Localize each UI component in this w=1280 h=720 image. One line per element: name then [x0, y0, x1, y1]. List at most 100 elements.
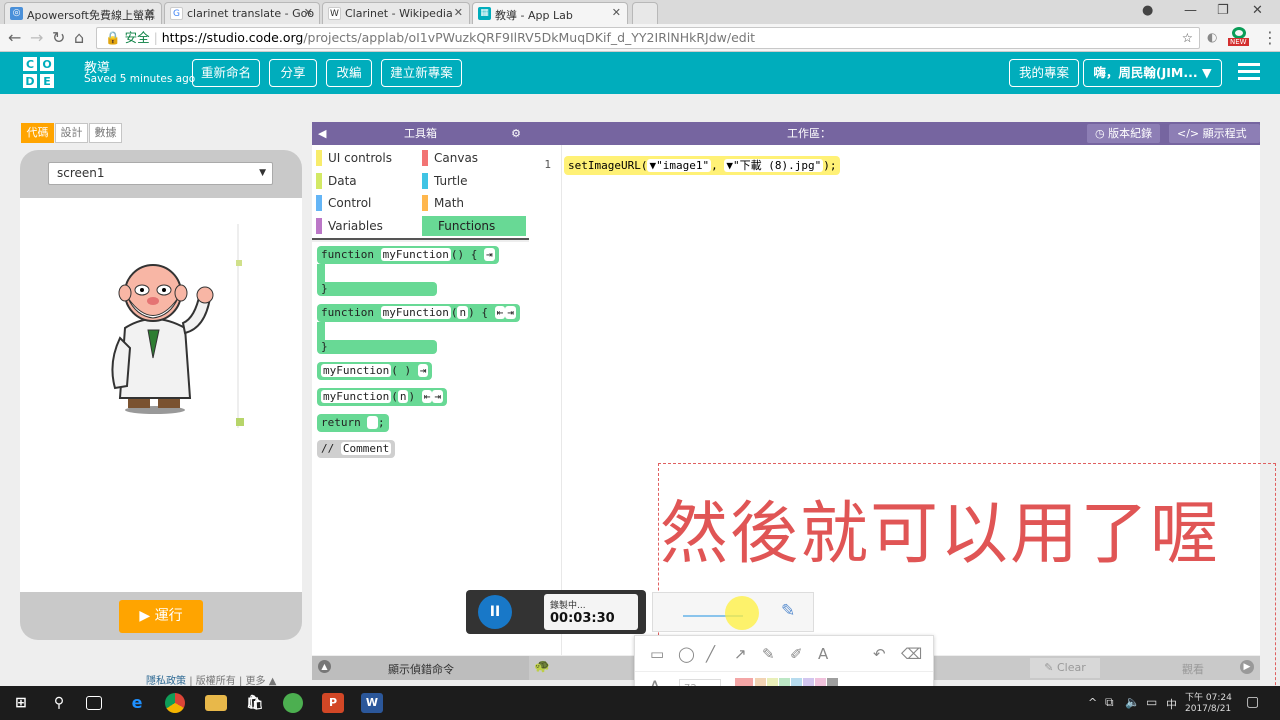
extension-new-icon[interactable]: NEW — [1228, 27, 1250, 47]
powerpoint-icon[interactable]: P — [322, 693, 344, 713]
minimize-icon[interactable]: — — [1184, 3, 1197, 18]
gear-icon[interactable]: ⚙ — [511, 122, 521, 145]
return-block[interactable]: return ; — [317, 414, 389, 432]
hamburger-menu-icon[interactable] — [1238, 63, 1260, 80]
home-icon[interactable]: ⌂ — [74, 28, 84, 47]
browser-tab-google[interactable]: G clarinet translate - Goo ✕ — [164, 2, 320, 24]
my-projects-button[interactable]: 我的專案 — [1009, 59, 1079, 87]
collapse-left-icon[interactable]: ◀ — [318, 122, 326, 145]
undo-icon[interactable]: ↶ — [873, 645, 886, 663]
rectangle-tool-icon[interactable]: ▭ — [650, 645, 664, 663]
pause-button[interactable]: II — [478, 595, 512, 629]
browser-tab-apowersoft[interactable]: ◎ Apowersoft免費線上螢幕 ✕ — [4, 2, 162, 24]
recording-timer: 00:03:30 — [550, 611, 615, 626]
tab-design[interactable]: 設計 — [55, 123, 88, 143]
comment-block[interactable]: // Comment — [317, 440, 396, 458]
code-arg-id[interactable]: "image1" — [656, 159, 709, 172]
windows-start-icon[interactable]: ⊞ — [10, 693, 32, 713]
color-swatch[interactable] — [791, 678, 802, 686]
debug-commands-toggle[interactable]: ▲ 顯示偵錯命令 — [312, 656, 529, 680]
highlighter-tool-icon[interactable]: ✐ — [790, 645, 803, 663]
edge-browser-icon[interactable]: e — [126, 693, 148, 713]
apowersoft-icon: ◎ — [10, 7, 23, 20]
close-icon[interactable]: ✕ — [454, 6, 463, 19]
close-window-icon[interactable]: ✕ — [1252, 3, 1263, 18]
new-project-button[interactable]: 建立新專案 — [381, 59, 462, 87]
version-history-button[interactable]: ◷ 版本紀錄 — [1087, 124, 1161, 143]
run-button[interactable]: ▶ 運行 — [119, 600, 203, 633]
function-param-definition-block[interactable]: function myFunction(n) { ⇤ ⇥ — [317, 304, 520, 322]
screen-select[interactable]: screen1 ▼ — [48, 162, 273, 185]
file-explorer-icon[interactable] — [205, 695, 227, 711]
applab-header: C O D E 教導 Saved 5 minutes ago 重新命名 分享 改… — [0, 52, 1280, 94]
close-icon[interactable]: ✕ — [304, 6, 313, 19]
new-tab-button[interactable] — [632, 2, 658, 24]
category-math[interactable]: Math — [418, 193, 526, 213]
clock-date[interactable]: 2017/8/21 — [1185, 704, 1231, 714]
category-functions[interactable]: Functions — [422, 216, 526, 236]
turtle-speed-icon[interactable]: 🐢 — [534, 659, 550, 674]
restore-icon[interactable]: ❐ — [1217, 3, 1229, 18]
app-screen[interactable] — [20, 198, 302, 592]
color-swatch[interactable] — [767, 678, 778, 686]
share-button[interactable]: 分享 — [269, 59, 317, 87]
color-swatch[interactable] — [827, 678, 838, 686]
forward-icon[interactable]: → — [30, 28, 43, 47]
search-icon[interactable]: ⚲ — [48, 693, 70, 713]
line-tool-icon[interactable]: ╱ — [706, 645, 715, 663]
battery-icon[interactable]: ▭ — [1146, 695, 1157, 709]
function-call-block[interactable]: myFunction( ) ⇥ — [317, 362, 433, 380]
close-icon[interactable]: ✕ — [612, 6, 621, 19]
text-tool-icon[interactable]: A — [818, 645, 828, 663]
pen-tool-icon[interactable]: ✎ — [762, 645, 775, 663]
task-view-icon[interactable] — [86, 696, 102, 710]
category-ui-controls[interactable]: UI controls — [312, 148, 420, 168]
back-icon[interactable]: ← — [8, 28, 21, 47]
word-icon[interactable]: W — [361, 693, 383, 713]
ime-indicator[interactable]: 中 — [1166, 696, 1177, 712]
store-icon[interactable]: 🛍 — [244, 693, 266, 713]
url-field[interactable]: 🔒 安全 | https://studio.code.org/projects/… — [96, 27, 1200, 49]
ellipse-tool-icon[interactable]: ◯ — [678, 645, 695, 663]
category-turtle[interactable]: Turtle — [418, 171, 526, 191]
function-definition-block[interactable]: function myFunction() { ⇥ — [317, 246, 499, 264]
clock-time[interactable]: 下午 07:24 — [1185, 690, 1232, 703]
extension-icon[interactable]: ◐ — [1207, 30, 1217, 44]
category-canvas[interactable]: Canvas — [418, 148, 526, 168]
code-arg-url[interactable]: "下載 (8).jpg" — [733, 159, 821, 172]
show-code-button[interactable]: </> 顯示程式碼 — [1169, 124, 1260, 159]
tray-chevron-icon[interactable]: ^ — [1088, 696, 1097, 709]
color-swatch[interactable] — [803, 678, 814, 686]
bookmark-star-icon[interactable]: ☆ — [1182, 28, 1193, 48]
function-call-param-block[interactable]: myFunction(n) ⇤ ⇥ — [317, 388, 447, 406]
category-variables[interactable]: Variables — [312, 216, 420, 236]
browser-tab-applab[interactable]: ▦ 教導 - App Lab ✕ — [472, 2, 628, 24]
user-profile-icon[interactable]: ● — [1142, 3, 1153, 18]
remix-button[interactable]: 改編 — [326, 59, 372, 87]
eraser-tool-icon[interactable]: ⌫ — [901, 645, 922, 663]
tab-data[interactable]: 數據 — [89, 123, 122, 143]
chrome-icon[interactable] — [165, 693, 185, 713]
close-icon[interactable]: ✕ — [146, 6, 155, 19]
color-swatch[interactable] — [755, 678, 766, 686]
browser-tab-wikipedia[interactable]: W Clarinet - Wikipedia ✕ — [322, 2, 470, 24]
color-swatch[interactable] — [815, 678, 826, 686]
app-green-icon[interactable] — [283, 693, 303, 713]
dropdown-arrow-icon[interactable]: ▼ — [726, 159, 733, 172]
network-icon[interactable]: ⧉ — [1105, 695, 1114, 710]
rename-button[interactable]: 重新命名 — [192, 59, 260, 87]
category-data[interactable]: Data — [312, 171, 420, 191]
set-image-url-block[interactable]: setImageURL(▼"image1", ▼"下載 (8).jpg"); — [564, 156, 841, 175]
category-control[interactable]: Control — [312, 193, 420, 213]
user-menu-button[interactable]: 嗨，周民翰(JIM... ▼ — [1083, 59, 1222, 87]
reload-icon[interactable]: ↻ — [52, 28, 65, 47]
pen-icon[interactable]: ✎ — [781, 601, 795, 621]
code-org-logo[interactable]: C O D E — [22, 56, 55, 89]
category-label: Control — [328, 196, 372, 210]
arrow-tool-icon[interactable]: ↗ — [734, 645, 747, 663]
volume-icon[interactable]: 🔈 — [1125, 695, 1140, 709]
menu-kebab-icon[interactable]: ⋮ — [1262, 28, 1278, 47]
tab-code[interactable]: 代碼 — [21, 123, 54, 143]
color-swatch[interactable] — [779, 678, 790, 686]
notification-icon[interactable]: ▢ — [1246, 694, 1259, 710]
